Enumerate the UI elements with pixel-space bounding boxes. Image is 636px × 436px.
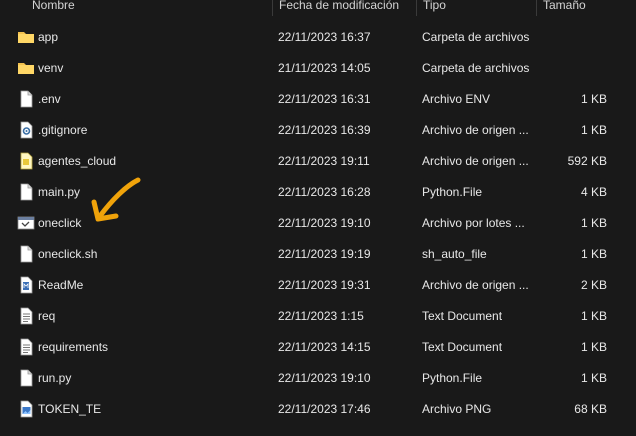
file-explorer: Nombre Fecha de modificación Tipo Tamaño… xyxy=(0,0,636,436)
file-date: 22/11/2023 19:19 xyxy=(278,247,371,261)
text-file-icon xyxy=(17,338,35,356)
column-header-name[interactable]: Nombre xyxy=(26,0,272,16)
batch-file-icon xyxy=(17,214,35,232)
file-icon xyxy=(17,369,35,387)
file-type: Carpeta de archivos xyxy=(422,61,530,75)
file-name: run.py xyxy=(38,371,72,385)
file-row[interactable]: .env 22/11/2023 16:31 Archivo ENV 1 KB xyxy=(0,84,636,115)
file-date: 22/11/2023 14:15 xyxy=(278,340,371,354)
file-size: 1 KB xyxy=(580,371,607,385)
file-icon xyxy=(17,90,35,108)
file-row[interactable]: venv 21/11/2023 14:05 Carpeta de archivos xyxy=(0,53,636,84)
column-header-type[interactable]: Tipo xyxy=(416,0,536,16)
folder-icon xyxy=(17,59,35,77)
file-name: .env xyxy=(38,92,61,106)
file-date: 22/11/2023 19:10 xyxy=(278,371,371,385)
file-name: oneclick.sh xyxy=(38,247,98,261)
file-row[interactable]: ReadMe 22/11/2023 19:31 Archivo de origen … xyxy=(0,270,636,301)
file-date: 22/11/2023 16:28 xyxy=(278,185,371,199)
markdown-file-icon xyxy=(17,276,35,294)
file-type: Python.File xyxy=(422,371,483,385)
text-file-icon xyxy=(17,307,35,325)
file-row[interactable]: .gitignore 22/11/2023 16:39 Archivo de ori… xyxy=(0,115,636,146)
source-file-icon xyxy=(17,152,35,170)
column-header-size[interactable]: Tamaño xyxy=(536,0,626,16)
file-type: Text Document xyxy=(422,309,503,323)
file-type: Archivo de origen ... xyxy=(422,278,529,292)
file-type: Archivo de origen ... xyxy=(422,123,529,137)
file-date: 22/11/2023 19:31 xyxy=(278,278,371,292)
file-size: 1 KB xyxy=(580,340,607,354)
file-name: ReadMe xyxy=(38,278,84,292)
file-name: requirements xyxy=(38,340,109,354)
file-size: 1 KB xyxy=(580,247,607,261)
file-row[interactable]: app 22/11/2023 16:37 Carpeta de archivos xyxy=(0,22,636,53)
file-size: 1 KB xyxy=(580,123,607,137)
file-row[interactable]: run.py 22/11/2023 19:10 Python.File 1 KB xyxy=(0,363,636,394)
file-date: 22/11/2023 1:15 xyxy=(278,309,364,323)
file-name: req xyxy=(38,309,56,323)
file-row[interactable]: requirements 22/11/2023 14:15 Text Documen… xyxy=(0,332,636,363)
file-icon xyxy=(17,245,35,263)
file-type: Python.File xyxy=(422,185,483,199)
file-type: Archivo ENV xyxy=(422,92,491,106)
image-file-icon xyxy=(17,400,35,418)
file-size: 4 KB xyxy=(580,185,607,199)
file-type: Archivo por lotes ... xyxy=(422,216,525,230)
file-name: .gitignore xyxy=(38,123,88,137)
file-size: 1 KB xyxy=(580,309,607,323)
column-header-date[interactable]: Fecha de modificación xyxy=(272,0,416,16)
file-date: 22/11/2023 16:37 xyxy=(278,30,371,44)
file-icon xyxy=(17,183,35,201)
file-name: app xyxy=(38,30,59,44)
file-type: sh_auto_file xyxy=(422,247,487,261)
file-name: venv xyxy=(38,61,64,75)
file-row[interactable]: TOKEN_TE 22/11/2023 17:46 Archivo PNG 68 KB xyxy=(0,394,636,425)
file-size: 2 KB xyxy=(580,278,607,292)
file-size: 1 KB xyxy=(580,216,607,230)
file-type: Archivo de origen ... xyxy=(422,154,529,168)
folder-icon xyxy=(17,28,35,46)
file-row[interactable]: oneclick.sh 22/11/2023 19:19 sh_auto_file 1… xyxy=(0,239,636,270)
file-date: 22/11/2023 16:31 xyxy=(278,92,371,106)
gear-file-icon xyxy=(17,121,35,139)
file-date: 22/11/2023 16:39 xyxy=(278,123,371,137)
file-date: 22/11/2023 19:11 xyxy=(278,154,370,168)
file-row[interactable]: req 22/11/2023 1:15 Text Document 1 KB xyxy=(0,301,636,332)
file-size: 68 KB xyxy=(574,402,607,416)
file-type: Carpeta de archivos xyxy=(422,30,530,44)
file-name: main.py xyxy=(38,185,81,199)
file-date: 21/11/2023 14:05 xyxy=(278,61,371,75)
file-type: Text Document xyxy=(422,340,503,354)
column-header-bar: Nombre Fecha de modificación Tipo Tamaño xyxy=(0,0,636,16)
file-name: TOKEN_TE xyxy=(38,402,102,416)
annotation-arrow-icon xyxy=(91,177,141,222)
file-date: 22/11/2023 17:46 xyxy=(278,402,371,416)
file-size: 592 KB xyxy=(567,154,607,168)
file-name: oneclick xyxy=(38,216,82,230)
file-size: 1 KB xyxy=(580,92,607,106)
file-date: 22/11/2023 19:10 xyxy=(278,216,371,230)
file-type: Archivo PNG xyxy=(422,402,492,416)
